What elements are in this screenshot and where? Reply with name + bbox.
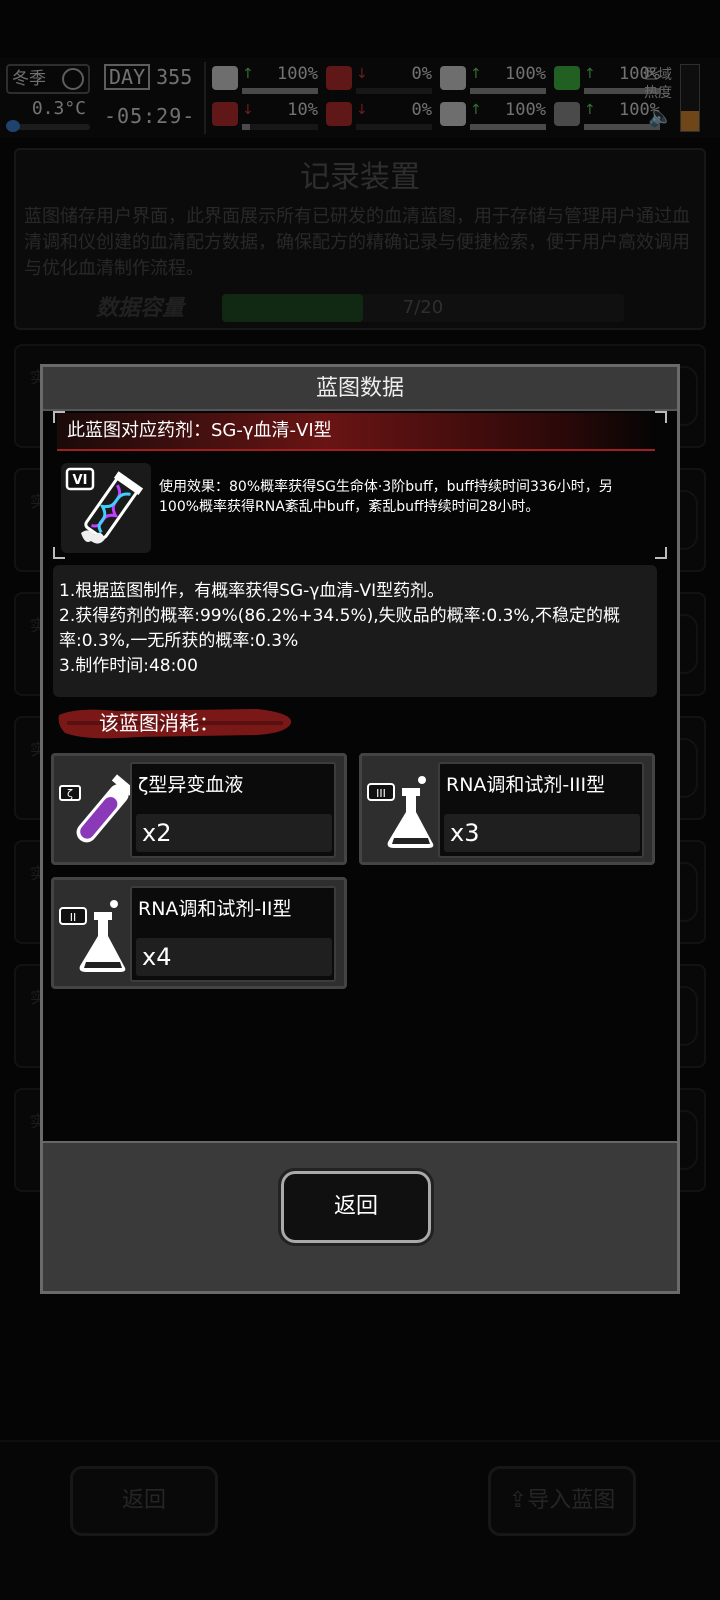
vial-badge: ζ [67,787,73,800]
consumption-header: 该蓝图消耗： [57,703,297,743]
material-count-box: x2 [136,814,332,852]
material-info: RNA调和试剂-III型 x3 [438,762,644,858]
flask-icon: II [58,888,132,980]
blueprint-card: 此蓝图对应药剂：SG-γ血清-VI型 VI 使用效果：80%概率获得SG生命体·… [53,411,667,559]
material-info: ζ型异变血液 x2 [130,762,336,858]
material-count: x3 [450,819,480,847]
material-slot[interactable]: ζ ζ型异变血液 x2 [51,753,347,865]
flask-badge: III [376,787,386,800]
material-name: ζ型异变血液 [138,774,244,796]
card-corner [655,411,667,423]
serum-icon: VI [61,463,151,553]
flask-icon: III [366,764,440,856]
material-info: RNA调和试剂-II型 x4 [130,886,336,982]
blueprint-effect: 使用效果：80%概率获得SG生命体·3阶buff，buff持续时间336小时，另… [159,479,613,515]
dialog-back-button[interactable]: 返回 [278,1168,434,1246]
material-count: x4 [142,943,172,971]
material-name: RNA调和试剂-III型 [446,774,606,796]
blueprint-name: 此蓝图对应药剂：SG-γ血清-VI型 [67,420,332,441]
serum-badge: VI [73,473,88,488]
vial-icon: ζ [58,764,139,856]
material-slot[interactable]: III RNA调和试剂-III型 x3 [359,753,655,865]
info-line: 1.根据蓝图制作，有概率获得SG-γ血清-VI型药剂。 [59,581,445,601]
blueprint-info: 1.根据蓝图制作，有概率获得SG-γ血清-VI型药剂。 2.获得药剂的概率:99… [53,565,657,697]
material-count: x2 [142,819,172,847]
info-line: 3.制作时间:48:00 [59,656,198,676]
dialog-title: 蓝图数据 [43,367,677,411]
consumption-label: 该蓝图消耗： [99,711,219,735]
material-name: RNA调和试剂-II型 [138,898,292,920]
flask-badge: II [70,911,77,924]
material-slot[interactable]: II RNA调和试剂-II型 x4 [51,877,347,989]
info-line: 2.获得药剂的概率:99%(86.2%+34.5%),失败品的概率:0.3%,不… [59,606,620,651]
material-count-box: x3 [444,814,640,852]
dialog-footer: 返回 [43,1141,677,1291]
blueprint-data-dialog: 蓝图数据 此蓝图对应药剂：SG-γ血清-VI型 VI 使用效果：80%概率获得S… [40,364,680,1294]
blueprint-name-banner: 此蓝图对应药剂：SG-γ血清-VI型 [57,413,655,451]
material-count-box: x4 [136,938,332,976]
card-corner [655,547,667,559]
